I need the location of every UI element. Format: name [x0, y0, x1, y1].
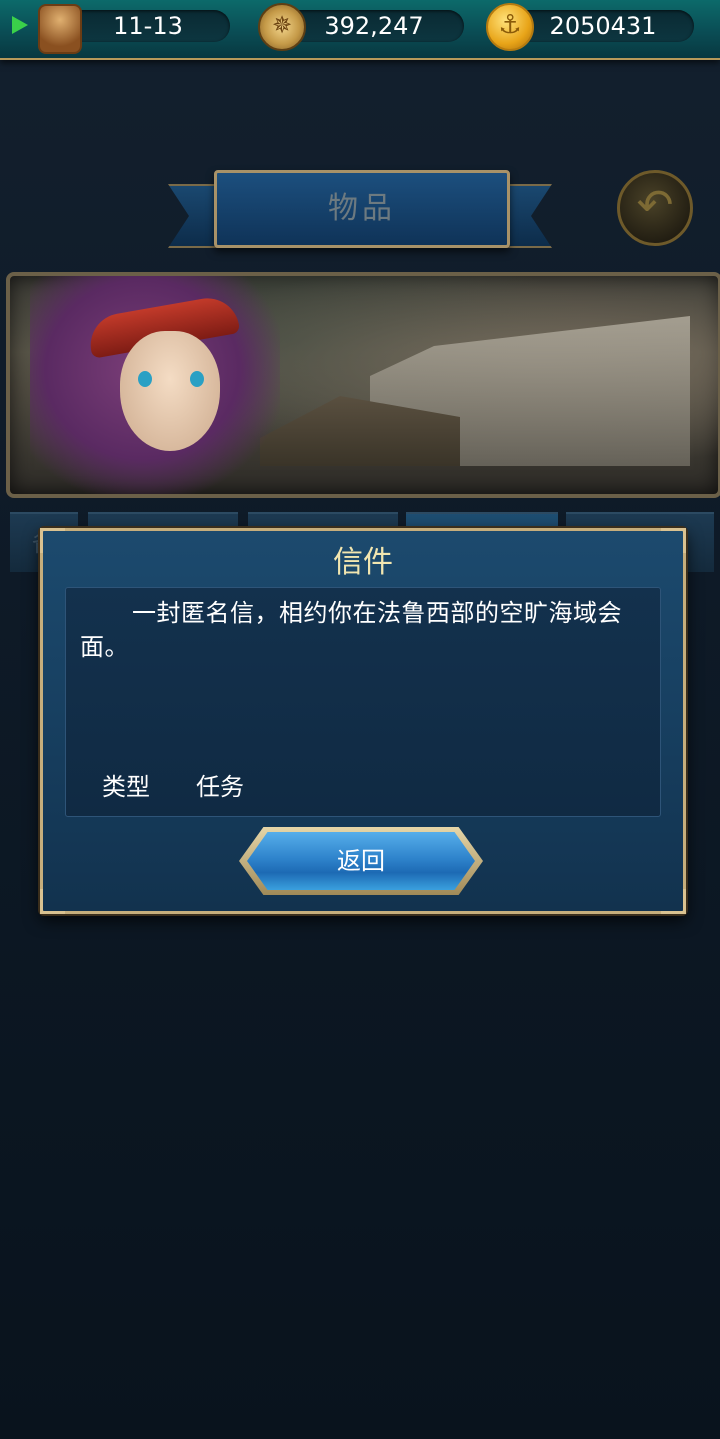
resource-bar: 11-13 392,247 ✵ 2050431 ⚓	[0, 0, 720, 60]
dialog-title: 信件	[333, 545, 393, 580]
page-title-ribbon: 物品	[214, 170, 510, 248]
back-arrow-icon[interactable]: ↶	[617, 170, 693, 246]
return-button[interactable]: 返回	[239, 827, 483, 895]
compass-icon: ✵	[258, 3, 306, 51]
character-eye	[190, 371, 204, 387]
date-text: 11-13	[113, 12, 183, 40]
play-icon[interactable]	[12, 16, 28, 34]
compass-value: 392,247	[324, 12, 424, 40]
compass-display: 392,247	[284, 10, 464, 42]
item-description-box: 一封匿名信，相约你在法鲁西部的空旷海域会面。 类型 任务	[65, 587, 661, 817]
gold-value: 2050431	[549, 12, 657, 40]
character-eye	[138, 371, 152, 387]
type-label: 类型	[102, 773, 150, 801]
item-description: 一封匿名信，相约你在法鲁西部的空旷海域会面。	[80, 599, 622, 661]
page-title: 物品	[328, 191, 396, 226]
character-portrait	[120, 331, 220, 451]
date-display: 11-13	[66, 10, 230, 42]
return-button-label: 返回	[247, 832, 475, 890]
item-detail-dialog: 信件 一封匿名信，相约你在法鲁西部的空旷海域会面。 类型 任务 返回	[40, 528, 686, 914]
gold-display: 2050431	[512, 10, 694, 42]
character-banner	[6, 272, 720, 498]
type-value: 任务	[196, 773, 244, 801]
hourglass-icon	[38, 4, 82, 54]
anchor-coin-icon: ⚓	[486, 3, 534, 51]
